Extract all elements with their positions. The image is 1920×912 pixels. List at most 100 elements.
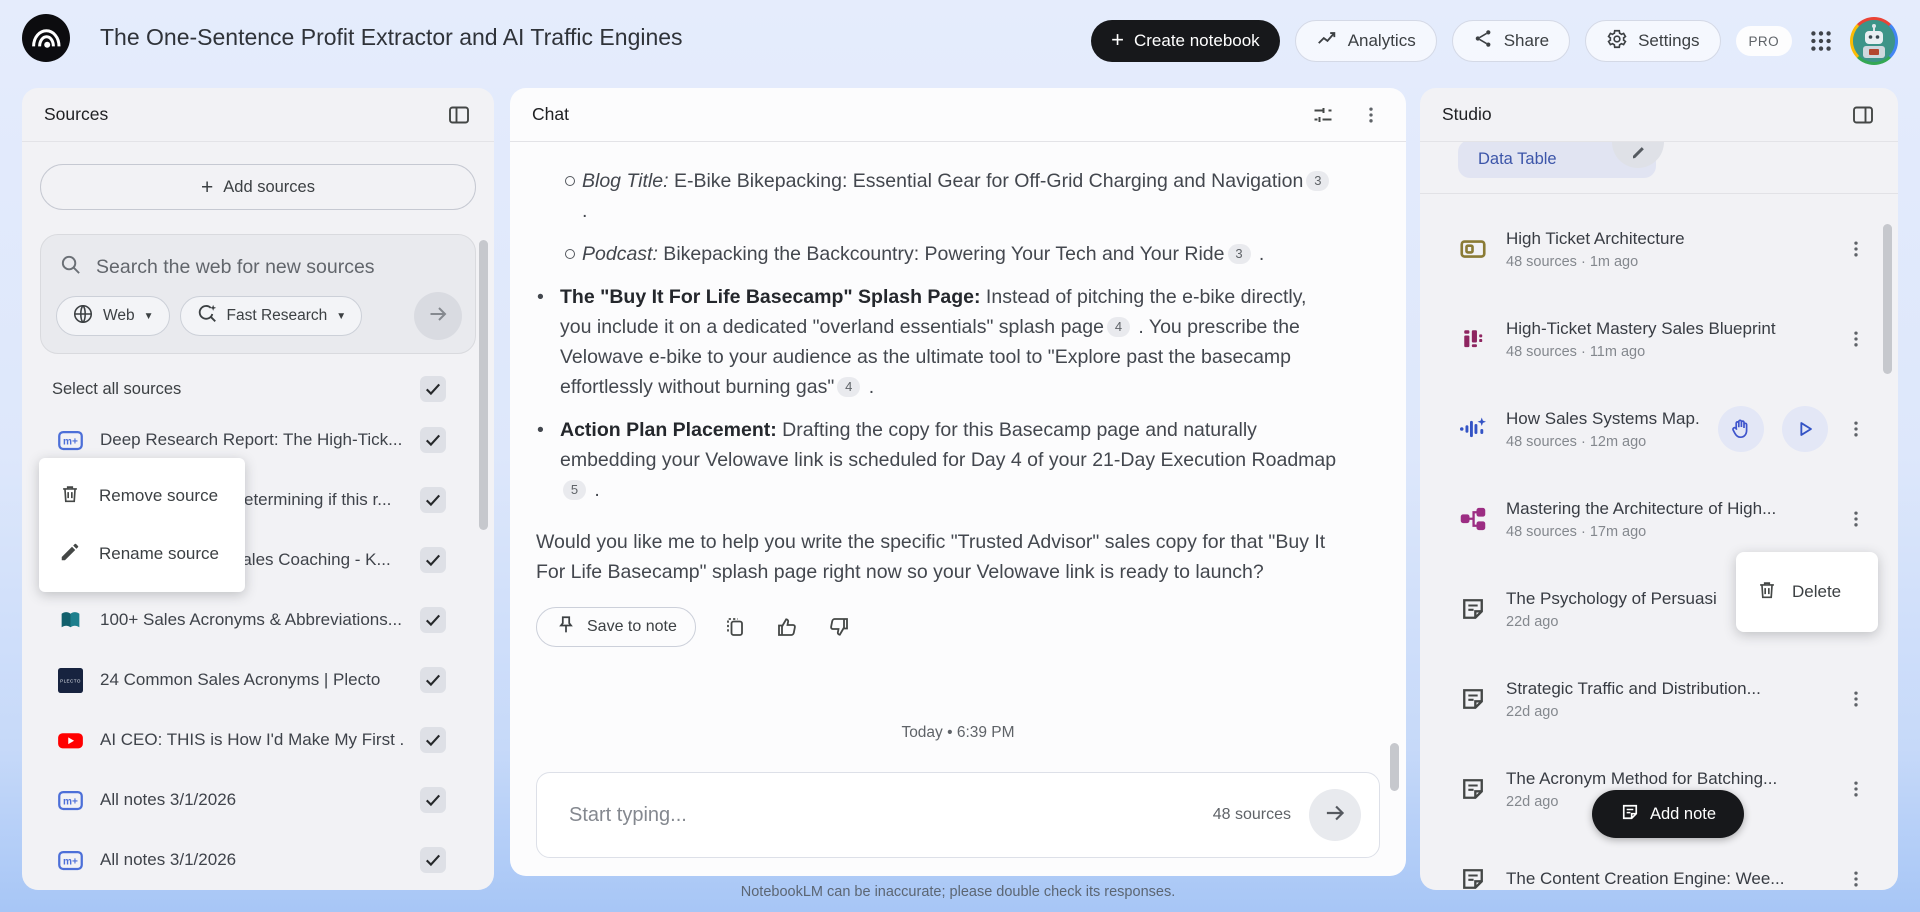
share-button[interactable]: Share: [1451, 20, 1571, 62]
copy-icon[interactable]: [722, 614, 748, 640]
save-to-note-label: Save to note: [587, 618, 677, 635]
send-button[interactable]: [1309, 789, 1361, 841]
source-checkbox[interactable]: [420, 427, 446, 453]
studio-item[interactable]: Mastering the Architecture of High... 48 …: [1420, 474, 1898, 564]
notebooklm-logo-icon[interactable]: [22, 14, 70, 62]
source-title: 100+ Sales Acronyms & Abbreviations...: [100, 610, 402, 629]
source-checkbox[interactable]: [420, 547, 446, 573]
source-context-menu: Remove source Rename source: [39, 458, 245, 592]
pro-badge: PRO: [1735, 26, 1792, 56]
apps-grid-icon[interactable]: [1807, 27, 1835, 55]
studio-item-title: The Content Creation Engine: Wee...: [1506, 869, 1785, 888]
sources-title: Sources: [44, 104, 109, 124]
collapse-panel-icon[interactable]: [446, 102, 472, 128]
citation-chip[interactable]: 5: [563, 480, 586, 500]
interactive-mode-button[interactable]: [1718, 406, 1764, 452]
studio-item[interactable]: High-Ticket Mastery Sales Blueprint 48 so…: [1420, 294, 1898, 384]
note-icon: [1458, 685, 1488, 713]
chat-message-sub-bullet: Podcast: Bikepacking the Backcountry: Po…: [510, 239, 1342, 269]
delete-menu-item[interactable]: Delete: [1736, 552, 1878, 632]
chat-settings-icon[interactable]: [1310, 102, 1336, 128]
chat-scrollbar[interactable]: [1390, 743, 1399, 791]
source-row[interactable]: PLECTO 24 Common Sales Acronyms | Plecto: [22, 650, 494, 710]
source-row[interactable]: m+ All notes 3/1/2026: [22, 770, 494, 830]
source-checkbox[interactable]: [420, 847, 446, 873]
source-row[interactable]: 100+ Sales Acronyms & Abbreviations...: [22, 590, 494, 650]
fast-research-icon: [196, 303, 218, 330]
chat-input[interactable]: [567, 802, 1213, 828]
remove-source-menu-item[interactable]: Remove source: [39, 467, 245, 525]
studio-item-meta: 48 sources · 1m ago: [1506, 253, 1639, 270]
add-note-button[interactable]: Add note: [1592, 790, 1744, 838]
play-button[interactable]: [1782, 406, 1828, 452]
notebook-title[interactable]: The One-Sentence Profit Extractor and AI…: [100, 24, 683, 51]
thumb-up-icon[interactable]: [774, 614, 800, 640]
source-row[interactable]: m+ All notes 3/1/2026: [22, 830, 494, 890]
source-checkbox[interactable]: [420, 727, 446, 753]
studio-item[interactable]: How Sales Systems Map... 48 sources · 12m…: [1420, 384, 1898, 474]
citation-chip[interactable]: 3: [1227, 244, 1251, 264]
kebab-menu-icon[interactable]: [1846, 238, 1866, 260]
studio-item-meta: 48 sources · 12m ago: [1506, 433, 1647, 450]
studio-chips-row: Data Table: [1420, 142, 1898, 193]
kebab-menu-icon[interactable]: [1846, 688, 1866, 710]
search-submit-button[interactable]: [414, 292, 462, 340]
studio-item-title: The Acronym Method for Batching...: [1506, 768, 1778, 788]
source-checkbox[interactable]: [420, 487, 446, 513]
settings-button[interactable]: Settings: [1585, 20, 1721, 62]
studio-item-title: Mastering the Architecture of High...: [1506, 498, 1777, 518]
select-all-checkbox[interactable]: [420, 376, 446, 402]
save-to-note-button[interactable]: Save to note: [536, 607, 696, 647]
studio-header: Studio: [1420, 88, 1898, 142]
pin-icon: [555, 614, 577, 641]
youtube-icon: [56, 727, 84, 754]
source-title: AI CEO: THIS is How I'd Make My First ..…: [100, 730, 404, 749]
citation-chip[interactable]: 4: [837, 377, 861, 397]
settings-label: Settings: [1638, 31, 1700, 50]
pencil-icon: [1628, 143, 1648, 168]
sources-header: Sources: [22, 88, 494, 142]
studio-output-list: High Ticket Architecture 48 sources · 1m …: [1420, 204, 1898, 890]
kebab-menu-icon[interactable]: [1358, 102, 1384, 128]
add-sources-button[interactable]: + Add sources: [40, 164, 476, 210]
search-placeholder[interactable]: Search the web for new sources: [96, 256, 375, 279]
sources-panel: Sources + Add sources Search the web for…: [22, 88, 494, 890]
web-search-box[interactable]: Search the web for new sources Web ▼ Fas…: [40, 234, 476, 354]
citation-chip[interactable]: 3: [1306, 171, 1330, 191]
note-icon: [1458, 595, 1488, 623]
studio-scrollbar[interactable]: [1883, 224, 1892, 374]
sources-scrollbar[interactable]: [479, 240, 488, 530]
kebab-menu-icon[interactable]: [1846, 328, 1866, 350]
create-notebook-button[interactable]: + Create notebook: [1091, 20, 1280, 62]
analytics-button[interactable]: Analytics: [1294, 20, 1437, 62]
citation-chip[interactable]: 4: [1106, 317, 1130, 337]
kebab-menu-icon[interactable]: [1846, 418, 1866, 440]
research-mode-chip[interactable]: Fast Research ▼: [179, 296, 363, 336]
source-checkbox[interactable]: [420, 667, 446, 693]
studio-item-title: High Ticket Architecture: [1506, 228, 1685, 248]
thumb-down-icon[interactable]: [826, 614, 852, 640]
source-checkbox[interactable]: [420, 787, 446, 813]
kebab-menu-icon[interactable]: [1846, 868, 1866, 890]
source-row[interactable]: AI CEO: THIS is How I'd Make My First ..…: [22, 710, 494, 770]
arrow-right-icon: [1322, 800, 1348, 831]
svg-text:PLECTO: PLECTO: [60, 678, 81, 683]
source-count-label: 48 sources: [1212, 806, 1291, 823]
studio-item[interactable]: The Content Creation Engine: Wee...: [1420, 834, 1898, 890]
divider: [1420, 193, 1898, 194]
mindmap-icon: [1458, 505, 1488, 533]
source-checkbox[interactable]: [420, 607, 446, 633]
kebab-menu-icon[interactable]: [1846, 508, 1866, 530]
studio-item[interactable]: Strategic Traffic and Distribution... 22d…: [1420, 654, 1898, 744]
chat-timestamp: Today • 6:39 PM: [901, 724, 1015, 741]
collapse-panel-icon[interactable]: [1850, 102, 1876, 128]
studio-item[interactable]: High Ticket Architecture 48 sources · 1m …: [1420, 204, 1898, 294]
delete-label: Delete: [1792, 582, 1842, 601]
kebab-menu-icon[interactable]: [1846, 778, 1866, 800]
avatar[interactable]: [1850, 17, 1898, 65]
web-filter-chip[interactable]: Web ▼: [56, 296, 170, 336]
search-icon: [59, 253, 82, 281]
studio-title: Studio: [1442, 104, 1492, 124]
rename-source-menu-item[interactable]: Rename source: [39, 525, 245, 583]
plus-icon: +: [201, 175, 214, 199]
